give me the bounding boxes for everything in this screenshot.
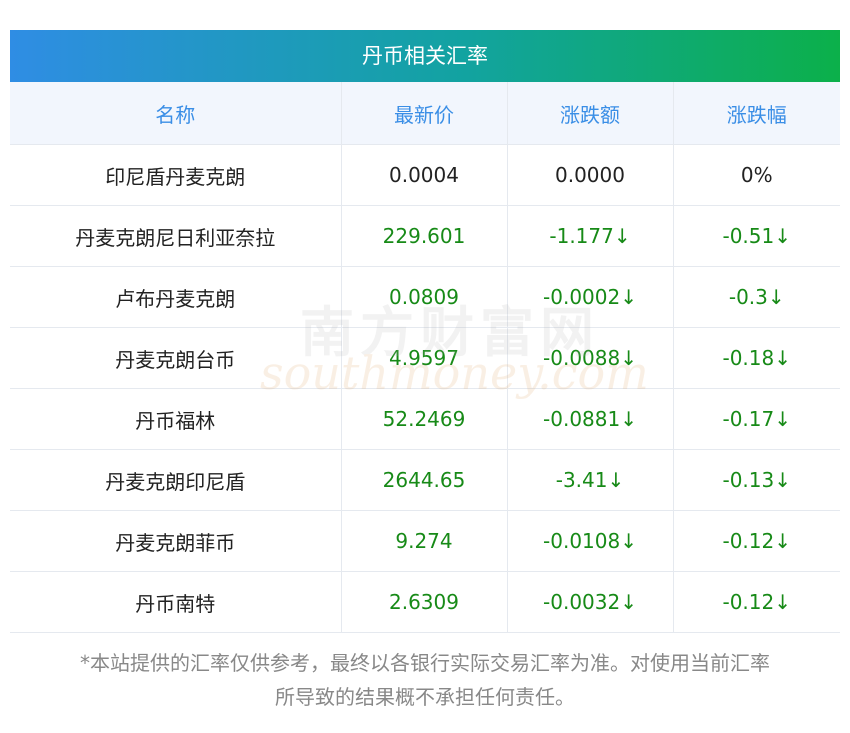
table-row: 丹麦克朗印尼盾 2644.65 -3.41↓ -0.13↓ [10, 449, 840, 511]
column-header-price: 最新价 [341, 82, 508, 145]
currency-pair-name: 丹币福林 [10, 388, 342, 450]
currency-pair-name: 丹麦克朗菲币 [10, 510, 342, 572]
price-change: -1.177↓ [507, 205, 674, 267]
currency-pair-name: 丹麦克朗尼日利亚奈拉 [10, 205, 342, 267]
column-header-change: 涨跌额 [507, 82, 674, 145]
rate-table: 名称 最新价 涨跌额 涨跌幅 印尼盾丹麦克朗 0.0004 0.0000 0% 丹麦克朗… [10, 82, 840, 633]
latest-price: 52.2469 [341, 388, 508, 450]
table-row: 丹币福林 52.2469 -0.0881↓ -0.17↓ [10, 388, 840, 450]
disclaimer-text: *本站提供的汇率仅供参考，最终以各银行实际交易汇率为准。对使用当前汇率 所导致的… [0, 646, 850, 714]
percent-change: -0.51↓ [673, 205, 840, 267]
column-header-name: 名称 [10, 82, 342, 145]
percent-change: -0.17↓ [673, 388, 840, 450]
card-title: 丹币相关汇率 [10, 30, 840, 82]
percent-change: -0.3↓ [673, 266, 840, 328]
price-change: -0.0088↓ [507, 327, 674, 389]
table-row: 丹麦克朗尼日利亚奈拉 229.601 -1.177↓ -0.51↓ [10, 205, 840, 267]
latest-price: 0.0809 [341, 266, 508, 328]
price-change: -0.0108↓ [507, 510, 674, 572]
table-row: 卢布丹麦克朗 0.0809 -0.0002↓ -0.3↓ [10, 266, 840, 328]
table-header-row: 名称 最新价 涨跌额 涨跌幅 [10, 82, 840, 145]
percent-change: -0.12↓ [673, 510, 840, 572]
percent-change: 0% [673, 144, 840, 206]
percent-change: -0.18↓ [673, 327, 840, 389]
disclaimer-line-1: *本站提供的汇率仅供参考，最终以各银行实际交易汇率为准。对使用当前汇率 [80, 651, 770, 675]
percent-change: -0.12↓ [673, 571, 840, 633]
price-change: -0.0881↓ [507, 388, 674, 450]
currency-pair-name: 丹币南特 [10, 571, 342, 633]
latest-price: 9.274 [341, 510, 508, 572]
exchange-rate-card: 丹币相关汇率 名称 最新价 涨跌额 涨跌幅 印尼盾丹麦克朗 0.0004 0.000… [10, 30, 840, 633]
latest-price: 0.0004 [341, 144, 508, 206]
latest-price: 2644.65 [341, 449, 508, 511]
latest-price: 4.9597 [341, 327, 508, 389]
table-row: 丹麦克朗菲币 9.274 -0.0108↓ -0.12↓ [10, 510, 840, 572]
column-header-percent: 涨跌幅 [673, 82, 840, 145]
price-change: -0.0002↓ [507, 266, 674, 328]
latest-price: 2.6309 [341, 571, 508, 633]
table-row: 印尼盾丹麦克朗 0.0004 0.0000 0% [10, 144, 840, 206]
table-row: 丹币南特 2.6309 -0.0032↓ -0.12↓ [10, 571, 840, 633]
price-change: -0.0032↓ [507, 571, 674, 633]
disclaimer-line-2: 所导致的结果概不承担任何责任。 [275, 685, 575, 709]
table-row: 丹麦克朗台币 4.9597 -0.0088↓ -0.18↓ [10, 327, 840, 389]
percent-change: -0.13↓ [673, 449, 840, 511]
currency-pair-name: 丹麦克朗印尼盾 [10, 449, 342, 511]
currency-pair-name: 卢布丹麦克朗 [10, 266, 342, 328]
currency-pair-name: 丹麦克朗台币 [10, 327, 342, 389]
price-change: 0.0000 [507, 144, 674, 206]
price-change: -3.41↓ [507, 449, 674, 511]
latest-price: 229.601 [341, 205, 508, 267]
currency-pair-name: 印尼盾丹麦克朗 [10, 144, 342, 206]
